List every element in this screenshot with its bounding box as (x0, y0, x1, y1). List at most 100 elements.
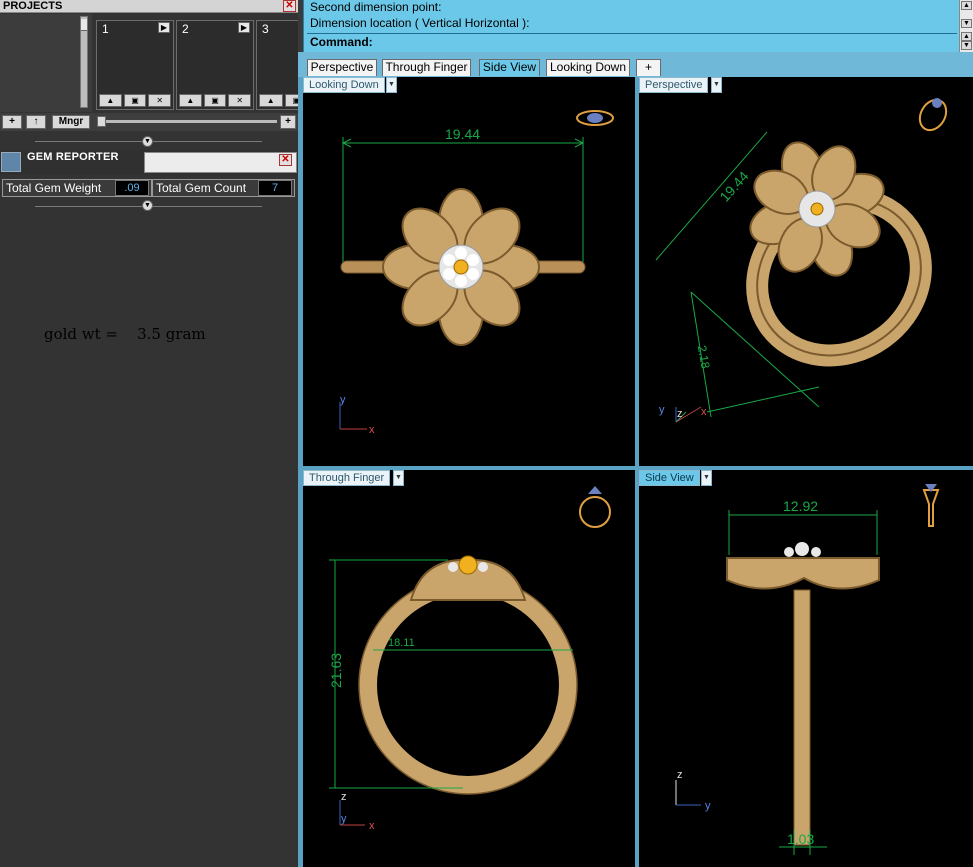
move-up-button[interactable]: ↑ (26, 115, 46, 129)
flower-head (382, 188, 540, 346)
projects-slider[interactable] (97, 116, 277, 127)
tab-side-view[interactable]: Side View (479, 59, 540, 76)
save-icon[interactable]: ▣ (123, 94, 147, 107)
side-view-render: 12.92 1.03 z y (675, 484, 940, 855)
close-icon[interactable]: ✕ (279, 154, 292, 166)
gem-reporter-title: GEM REPORTER (27, 151, 119, 163)
project-slot-number: 1 (102, 22, 109, 36)
play-icon[interactable]: ▶ (238, 22, 250, 33)
save-icon[interactable]: ▣ (203, 94, 227, 107)
viewport-label[interactable]: Perspective (639, 77, 709, 93)
dimension-label: 19.44 (445, 126, 480, 142)
view-cube-icon[interactable] (579, 486, 611, 528)
scrollbar-thumb[interactable] (81, 19, 87, 31)
axis-x-label: x (369, 820, 375, 832)
flower-head (726, 542, 880, 590)
collapse-icon[interactable]: ▼ (142, 200, 153, 211)
total-gem-count-value: 7 (258, 180, 292, 196)
view-cube-icon[interactable] (576, 110, 614, 126)
delete-icon[interactable]: ✕ (228, 94, 252, 107)
left-panel: PROJECTS ✕ 1 ▶ ▲ ▣ ✕ 2 ▶ ▲ ▣ ✕ 3 ▲ ▣ + ↑… (0, 0, 308, 867)
add-tab-button[interactable]: + (636, 59, 661, 76)
scroll-up-icon[interactable]: ▲ (961, 32, 972, 41)
scroll-down-icon[interactable]: ▼ (961, 41, 972, 50)
delete-icon[interactable]: ✕ (148, 94, 172, 107)
flower-head (409, 555, 527, 601)
viewport-label[interactable]: Side View (639, 470, 700, 486)
add-project-button[interactable]: + (2, 115, 22, 129)
slider-knob[interactable] (97, 116, 106, 127)
project-slot[interactable]: 3 ▲ ▣ (256, 20, 308, 110)
axis-z-label: z (341, 791, 347, 803)
axis-z-label: z (677, 408, 683, 420)
app-window: PROJECTS ✕ 1 ▶ ▲ ▣ ✕ 2 ▶ ▲ ▣ ✕ 3 ▲ ▣ + ↑… (0, 0, 973, 867)
gem-reporter-icon (1, 152, 21, 172)
view-cube-icon[interactable] (915, 95, 952, 135)
manager-button[interactable]: Mngr (52, 115, 90, 129)
dimension-label: 1.03 (787, 831, 814, 847)
project-slot[interactable]: 1 ▶ ▲ ▣ ✕ (96, 20, 174, 110)
project-slot-number: 2 (182, 22, 189, 36)
scroll-down-icon[interactable]: ▼ (961, 19, 972, 28)
tab-looking-down[interactable]: Looking Down (546, 59, 630, 76)
command-scrollbar[interactable]: ▲ ▼ ▲ ▼ (959, 0, 973, 52)
dimension-label: 19.44 (716, 168, 751, 205)
close-icon[interactable]: ✕ (283, 0, 296, 12)
chevron-down-icon[interactable]: ▼ (393, 470, 404, 486)
command-history-line: Dimension location ( Vertical Horizontal… (310, 16, 530, 30)
projects-header: PROJECTS ✕ (0, 0, 298, 13)
add-slot-button[interactable]: + (280, 115, 296, 129)
axis-y-label: y (705, 800, 711, 812)
axis-indicator: y z x (659, 404, 707, 423)
dimension-label: 18.11 (388, 637, 415, 649)
projects-scrollbar[interactable] (80, 16, 88, 108)
axis-y-label: y (341, 813, 347, 825)
load-icon[interactable]: ▲ (179, 94, 202, 107)
perspective-render: y z x 19.44 2.18 (655, 95, 952, 423)
total-gem-weight-value: .09 (115, 180, 149, 196)
tab-perspective[interactable]: Perspective (307, 59, 377, 76)
dimension-label: 12.92 (783, 498, 818, 514)
through-finger-render: 18.11 21.63 z y x (328, 486, 611, 832)
command-history-line: Second dimension point: (310, 0, 442, 14)
load-icon[interactable]: ▲ (99, 94, 122, 107)
command-input[interactable]: Command: (307, 33, 957, 50)
load-icon[interactable]: ▲ (259, 94, 283, 107)
scroll-up-icon[interactable]: ▲ (961, 1, 972, 10)
ring-band (793, 589, 811, 846)
view-tabs: Perspective Through Finger Side View Loo… (298, 52, 973, 77)
dimension-label: 21.63 (328, 653, 344, 688)
viewport-through-finger[interactable]: 18.11 21.63 z y x Through Finger ▼ (303, 470, 635, 867)
ring-band (359, 576, 577, 794)
play-icon[interactable]: ▶ (158, 22, 170, 33)
gem-reporter-header: GEM REPORTER ✕ (0, 150, 298, 175)
axis-y-label: y (340, 394, 346, 406)
viewport-area: y x 19.44 Looking Down ▼ y z x 19.44 2.1… (298, 77, 973, 867)
gold-weight-note: gold wt = 3.5 gram (44, 325, 206, 343)
axis-indicator: y x (339, 394, 375, 436)
view-cube-icon[interactable] (922, 484, 940, 527)
projects-list[interactable] (0, 14, 92, 112)
project-slot[interactable]: 2 ▶ ▲ ▣ ✕ (176, 20, 254, 110)
chevron-down-icon[interactable]: ▼ (386, 77, 397, 93)
viewport-looking-down[interactable]: y x 19.44 Looking Down ▼ (303, 77, 635, 466)
projects-toolbar: + ↑ Mngr + (0, 113, 298, 131)
project-slot-number: 3 (262, 22, 269, 36)
command-area: Second dimension point: Dimension locati… (303, 0, 973, 52)
axis-x-label: x (701, 406, 707, 418)
viewport-label[interactable]: Through Finger (303, 470, 391, 486)
gem-reporter-titlebar (144, 152, 297, 173)
viewport-label[interactable]: Looking Down (303, 77, 385, 93)
axis-z-label: z (677, 769, 683, 781)
viewport-side-view[interactable]: 12.92 1.03 z y Side View ▼ (639, 470, 973, 867)
axis-x-label: x (369, 424, 375, 436)
viewport-perspective[interactable]: y z x 19.44 2.18 Perspective ▼ (639, 77, 973, 466)
dimension-label: 2.18 (695, 344, 713, 370)
chevron-down-icon[interactable]: ▼ (711, 77, 722, 93)
axis-y-label: y (659, 404, 665, 416)
tab-through-finger[interactable]: Through Finger (382, 59, 471, 76)
chevron-down-icon[interactable]: ▼ (701, 470, 712, 486)
collapse-icon[interactable]: ▼ (142, 136, 153, 147)
axis-indicator: z y x (339, 791, 375, 832)
axis-indicator: z y (675, 769, 711, 812)
